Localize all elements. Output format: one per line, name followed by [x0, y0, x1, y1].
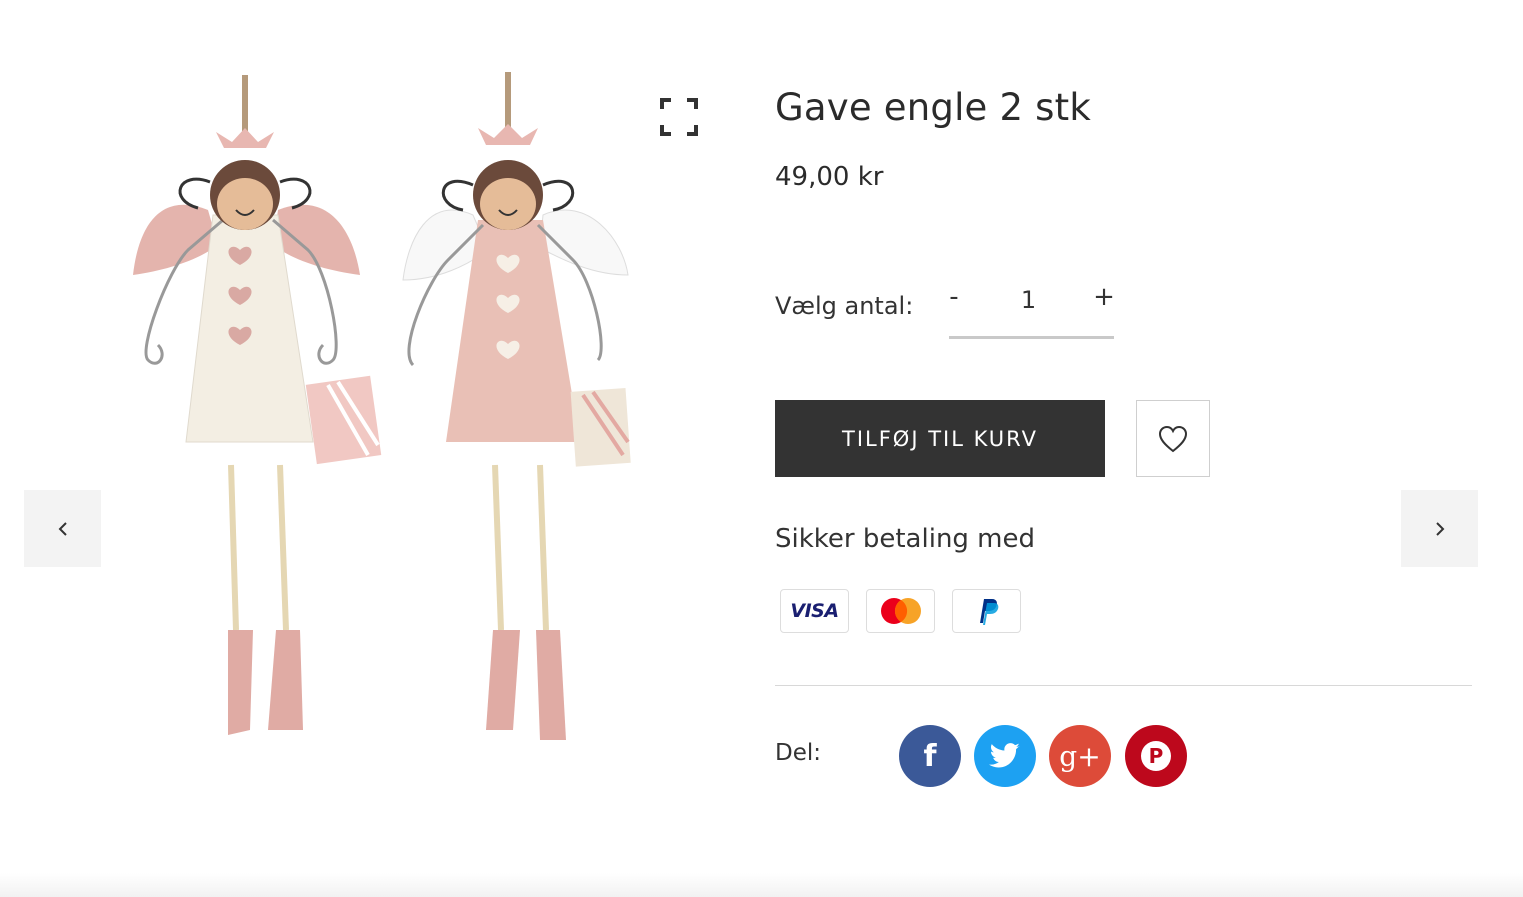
bottom-fade	[0, 873, 1523, 897]
quantity-input[interactable]	[994, 284, 1063, 316]
quantity-decrease-button[interactable]: -	[939, 282, 969, 312]
visa-card-icon: VISA	[780, 589, 849, 633]
wishlist-button[interactable]	[1136, 400, 1210, 477]
facebook-share-button[interactable]: f	[899, 725, 961, 787]
quantity-stepper: - +	[949, 276, 1115, 339]
mastercard-icon	[866, 589, 935, 633]
twitter-share-button[interactable]	[974, 725, 1036, 787]
quantity-increase-button[interactable]: +	[1089, 282, 1119, 312]
fullscreen-button[interactable]	[660, 98, 698, 136]
angel-figure-right	[402, 72, 631, 740]
section-divider	[775, 685, 1472, 686]
google-plus-share-button[interactable]: g+	[1049, 725, 1111, 787]
gallery-prev-button[interactable]	[24, 490, 101, 567]
product-image[interactable]	[128, 70, 638, 750]
paypal-icon	[952, 589, 1021, 633]
share-label: Del:	[775, 740, 821, 766]
product-title: Gave engle 2 stk	[775, 86, 1091, 129]
angel-figure-left	[133, 75, 382, 735]
add-to-cart-button[interactable]: TILFØJ TIL KURV	[775, 400, 1105, 477]
twitter-icon	[989, 743, 1020, 768]
google-plus-icon: g+	[1059, 739, 1101, 773]
fullscreen-icon	[660, 98, 698, 136]
quantity-label: Vælg antal:	[775, 292, 914, 320]
facebook-icon: f	[923, 738, 937, 774]
chevron-left-icon	[58, 521, 67, 536]
chevron-right-icon	[1435, 521, 1444, 536]
visa-logo-text: VISA	[790, 600, 839, 622]
payment-heading: Sikker betaling med	[775, 524, 1036, 554]
product-price: 49,00 kr	[775, 162, 884, 192]
gallery-next-button[interactable]	[1401, 490, 1478, 567]
pinterest-icon: P	[1141, 741, 1171, 771]
pinterest-share-button[interactable]: P	[1125, 725, 1187, 787]
heart-icon	[1158, 425, 1188, 452]
